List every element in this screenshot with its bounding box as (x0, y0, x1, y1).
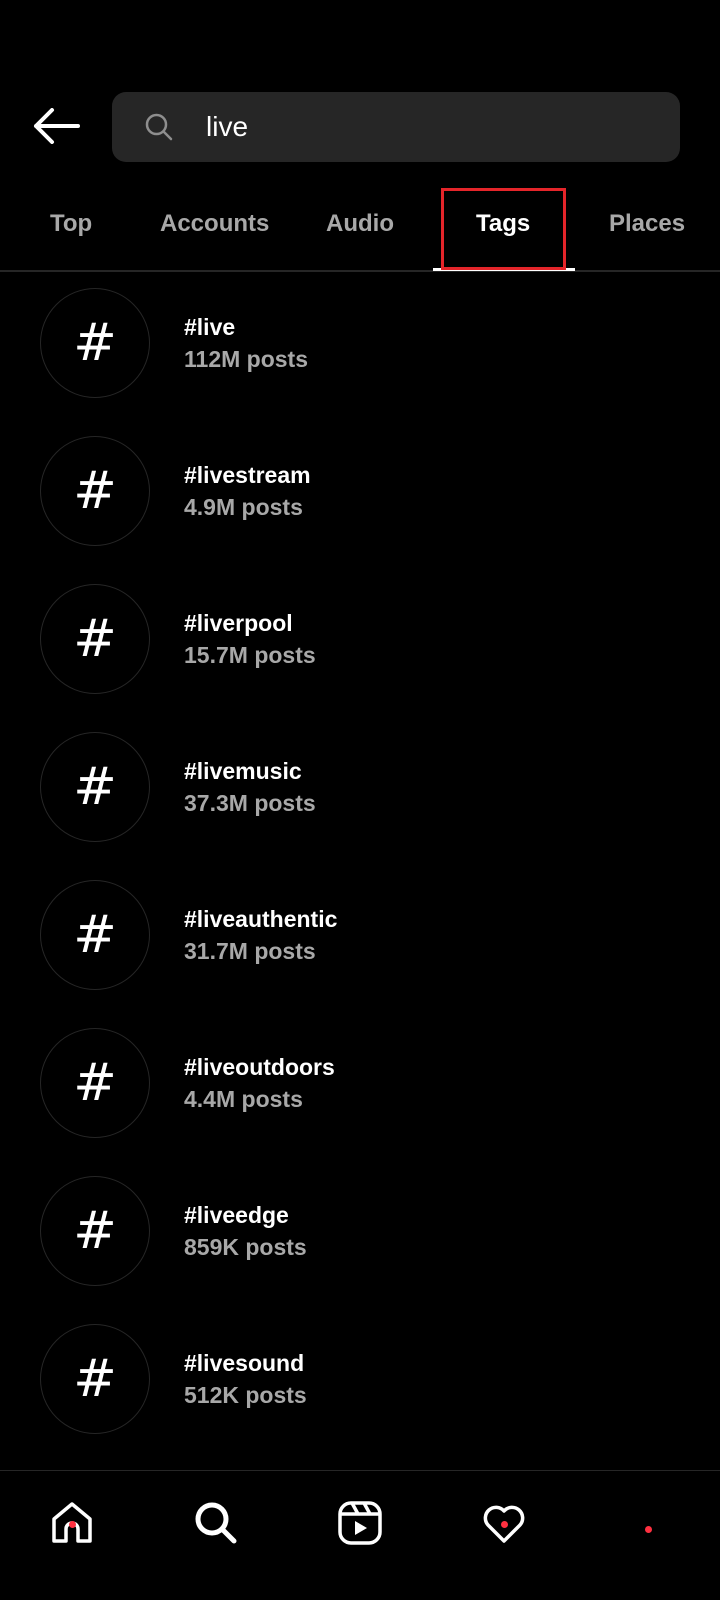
tag-post-count: 31.7M posts (184, 938, 316, 964)
nav-profile-button[interactable] (618, 1493, 678, 1553)
list-item[interactable]: # #live 112M posts (0, 280, 720, 428)
tags-tab-highlight (441, 188, 566, 270)
hashtag-icon: # (40, 584, 150, 694)
tag-name: #livemusic (184, 758, 302, 784)
tag-name: #livesound (184, 1350, 305, 1376)
bottom-nav (0, 1470, 720, 1600)
tag-results-list: # #live 112M posts # #livestream 4.9M po… (0, 280, 720, 1464)
tag-post-count: 37.3M posts (184, 790, 316, 816)
list-item[interactable]: # #livestream 4.9M posts (0, 428, 720, 576)
tag-post-count: 4.9M posts (184, 494, 303, 520)
hashtag-icon: # (40, 288, 150, 398)
tab-top[interactable]: Top (50, 210, 92, 238)
hashtag-icon: # (40, 436, 150, 546)
tag-name: #liveedge (184, 1202, 289, 1228)
hashtag-icon: # (40, 1324, 150, 1434)
tag-name: #liveoutdoors (184, 1054, 335, 1080)
hashtag-icon: # (40, 1176, 150, 1286)
hashtag-icon: # (40, 732, 150, 842)
hashtag-icon: # (40, 1028, 150, 1138)
tab-audio[interactable]: Audio (326, 210, 394, 238)
tag-post-count: 15.7M posts (184, 642, 316, 668)
tag-name: #livestream (184, 462, 311, 488)
list-item[interactable]: # #liveedge 859K posts (0, 1168, 720, 1316)
search-input[interactable] (206, 102, 656, 152)
search-icon (195, 1502, 237, 1544)
home-notification-dot (69, 1521, 76, 1528)
tag-post-count: 512K posts (184, 1382, 307, 1408)
search-bar[interactable] (112, 92, 680, 162)
list-item[interactable]: # #livesound 512K posts (0, 1316, 720, 1464)
tag-name: #liveauthentic (184, 906, 338, 932)
back-button[interactable] (28, 104, 84, 148)
search-icon (145, 113, 173, 141)
hashtag-icon: # (40, 880, 150, 990)
tab-accounts[interactable]: Accounts (160, 210, 269, 238)
reels-icon (338, 1501, 382, 1545)
activity-notification-dot (501, 1521, 508, 1528)
header (0, 0, 720, 180)
profile-notification-dot (645, 1526, 652, 1533)
list-item[interactable]: # #livemusic 37.3M posts (0, 724, 720, 872)
tag-post-count: 859K posts (184, 1234, 307, 1260)
nav-search-button[interactable] (186, 1493, 246, 1553)
tab-places[interactable]: Places (609, 210, 685, 238)
search-tabs: Top Accounts Audio Tags Places (0, 186, 720, 272)
list-item[interactable]: # #liveauthentic 31.7M posts (0, 872, 720, 1020)
tag-post-count: 4.4M posts (184, 1086, 303, 1112)
back-arrow-icon (34, 108, 80, 144)
list-item[interactable]: # #liverpool 15.7M posts (0, 576, 720, 724)
nav-reels-button[interactable] (330, 1493, 390, 1553)
tag-name: #liverpool (184, 610, 293, 636)
tag-post-count: 112M posts (184, 346, 308, 372)
tag-name: #live (184, 314, 236, 340)
list-item[interactable]: # #liveoutdoors 4.4M posts (0, 1020, 720, 1168)
